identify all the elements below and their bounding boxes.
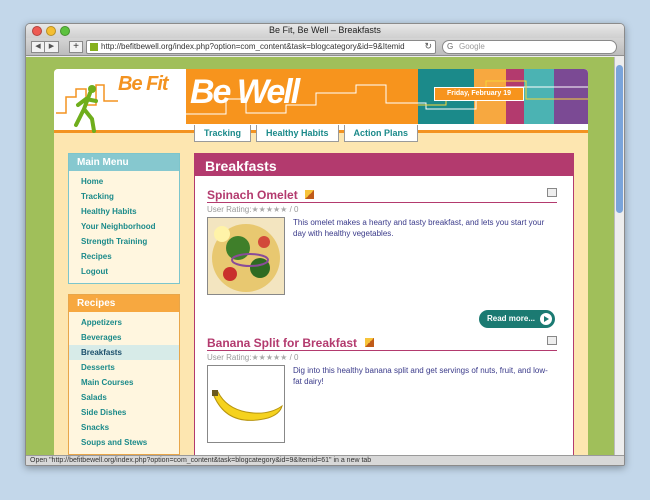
menu-item-your-neighborhood[interactable]: Your Neighborhood xyxy=(69,219,179,234)
menu-item-logout[interactable]: Logout xyxy=(69,264,179,279)
rating-stars-icon[interactable]: ★★★★★ xyxy=(251,353,287,362)
rating-label: User Rating: xyxy=(207,353,252,362)
rating-count: / 0 xyxy=(289,205,299,214)
recipe-item-desserts[interactable]: Desserts xyxy=(69,360,179,375)
title-divider xyxy=(207,202,557,203)
url-text: http://befitbewell.org/index.php?option=… xyxy=(101,42,405,51)
back-button[interactable]: ◀ xyxy=(31,41,45,53)
omelet-image[interactable] xyxy=(207,217,285,295)
tab-tracking[interactable]: Tracking xyxy=(194,125,252,142)
article-summary: This omelet makes a hearty and tasty bre… xyxy=(293,218,545,238)
browser-toolbar: ◀ ▶ + http://befitbewell.org/index.php?o… xyxy=(26,38,624,56)
page-viewport: Be Fit Be Well Friday, February 19 Track… xyxy=(26,57,616,456)
menu-item-strength-training[interactable]: Strength Training xyxy=(69,234,179,249)
site-favicon-icon xyxy=(90,43,98,51)
arrow-right-icon xyxy=(540,313,552,325)
main-content: Breakfasts Spinach Omelet User Rating:★★… xyxy=(194,153,574,456)
print-icon[interactable] xyxy=(547,336,557,345)
search-field[interactable]: G Google xyxy=(442,40,617,54)
article-spinach-omelet: Spinach Omelet User Rating:★★★★★ / 0 Thi… xyxy=(207,186,557,336)
banana-photo-icon xyxy=(208,366,284,442)
recipe-item-appetizers[interactable]: Appetizers xyxy=(69,315,179,330)
search-placeholder: Google xyxy=(459,42,485,51)
date-badge: Friday, February 19 xyxy=(434,87,524,101)
sidebar: Main Menu Home Tracking Healthy Habits Y… xyxy=(68,153,180,456)
vertical-scrollbar[interactable] xyxy=(614,57,624,456)
read-more-label: Read more... xyxy=(487,314,536,323)
banana-image[interactable] xyxy=(207,365,285,443)
page-title: Breakfasts xyxy=(195,154,573,176)
print-icon[interactable] xyxy=(547,188,557,197)
menu-item-healthy-habits[interactable]: Healthy Habits xyxy=(69,204,179,219)
recipes-menu-items: Appetizers Beverages Breakfasts Desserts… xyxy=(69,312,179,454)
recipe-item-main-courses[interactable]: Main Courses xyxy=(69,375,179,390)
address-bar[interactable]: http://befitbewell.org/index.php?option=… xyxy=(86,40,436,54)
recipe-item-side-dishes[interactable]: Side Dishes xyxy=(69,405,179,420)
article-summary: Dig into this healthy banana split and g… xyxy=(293,366,548,386)
article-banana-split: Banana Split for Breakfast User Rating:★… xyxy=(207,334,557,456)
menu-item-tracking[interactable]: Tracking xyxy=(69,189,179,204)
browser-window: Be Fit, Be Well – Breakfasts ◀ ▶ + http:… xyxy=(25,23,625,466)
scrollbar-thumb[interactable] xyxy=(616,65,623,213)
recipes-menu: Recipes Appetizers Beverages Breakfasts … xyxy=(68,294,180,455)
title-divider xyxy=(207,350,557,351)
recipes-menu-title: Recipes xyxy=(69,295,179,312)
header-skyline-line xyxy=(186,80,588,115)
recipe-item-breakfasts[interactable]: Breakfasts xyxy=(69,345,179,360)
rating-stars-icon[interactable]: ★★★★★ xyxy=(251,205,287,214)
reload-icon[interactable]: ↻ xyxy=(424,41,432,52)
site-header: Be Fit Be Well Friday, February 19 xyxy=(54,69,588,133)
tab-healthy-habits[interactable]: Healthy Habits xyxy=(256,125,339,142)
main-menu-title: Main Menu xyxy=(69,154,179,171)
read-more-button[interactable]: Read more... xyxy=(479,310,555,328)
menu-item-home[interactable]: Home xyxy=(69,174,179,189)
walker-logo-icon xyxy=(56,84,118,133)
top-tabs: Tracking Healthy Habits Action Plans xyxy=(194,125,419,142)
user-rating: User Rating:★★★★★ / 0 xyxy=(207,205,298,214)
status-bar: Open "http://befitbewell.org/index.php?o… xyxy=(26,455,624,465)
rating-label: User Rating: xyxy=(207,205,252,214)
article-title[interactable]: Banana Split for Breakfast xyxy=(207,336,357,350)
main-menu: Main Menu Home Tracking Healthy Habits Y… xyxy=(68,153,180,284)
main-menu-items: Home Tracking Healthy Habits Your Neighb… xyxy=(69,171,179,283)
tab-action-plans[interactable]: Action Plans xyxy=(343,125,419,142)
user-rating: User Rating:★★★★★ / 0 xyxy=(207,353,298,362)
rating-count: / 0 xyxy=(289,353,299,362)
recipe-item-beverages[interactable]: Beverages xyxy=(69,330,179,345)
edit-icon[interactable] xyxy=(305,190,315,200)
recipe-item-salads[interactable]: Salads xyxy=(69,390,179,405)
edit-icon[interactable] xyxy=(364,338,374,348)
nav-buttons: ◀ ▶ xyxy=(31,41,59,53)
recipe-item-snacks[interactable]: Snacks xyxy=(69,420,179,435)
article-title[interactable]: Spinach Omelet xyxy=(207,188,298,202)
forward-button[interactable]: ▶ xyxy=(45,41,59,53)
recipe-item-soups-and-stews[interactable]: Soups and Stews xyxy=(69,435,179,450)
add-bookmark-button[interactable]: + xyxy=(69,41,83,53)
menu-item-recipes[interactable]: Recipes xyxy=(69,249,179,264)
window-title: Be Fit, Be Well – Breakfasts xyxy=(269,25,381,35)
title-bar: Be Fit, Be Well – Breakfasts xyxy=(26,24,624,38)
site-container: Be Fit Be Well Friday, February 19 Track… xyxy=(54,69,588,456)
omelet-photo-icon xyxy=(208,218,284,294)
search-icon: G xyxy=(447,42,454,51)
logo-befit: Be Fit xyxy=(118,73,169,95)
